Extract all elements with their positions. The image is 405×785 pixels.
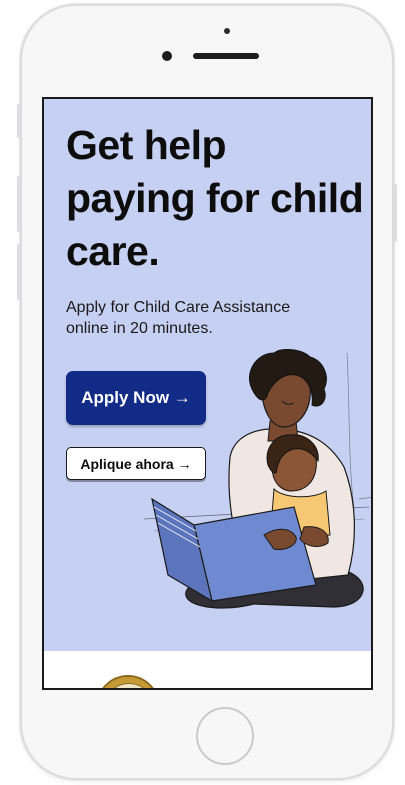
home-button[interactable] [196, 707, 254, 765]
volume-up-button [17, 176, 20, 232]
page-title: Get help paying for child care. [66, 122, 364, 274]
apply-now-button[interactable]: Apply Now → [66, 371, 206, 425]
seal-inner-ring [104, 683, 154, 688]
power-button [394, 184, 397, 242]
apply-spanish-button[interactable]: Aplique ahora → [66, 447, 206, 480]
volume-down-button [17, 244, 20, 300]
proximity-sensor [224, 28, 230, 34]
hero-subtitle: Apply for Child Care Assistance online i… [66, 299, 291, 337]
mute-switch [17, 104, 20, 138]
phone-screen: Get help paying for child care. Apply fo… [42, 97, 373, 690]
footer-section [44, 651, 371, 688]
front-camera [162, 51, 172, 61]
earpiece-speaker [193, 53, 259, 59]
